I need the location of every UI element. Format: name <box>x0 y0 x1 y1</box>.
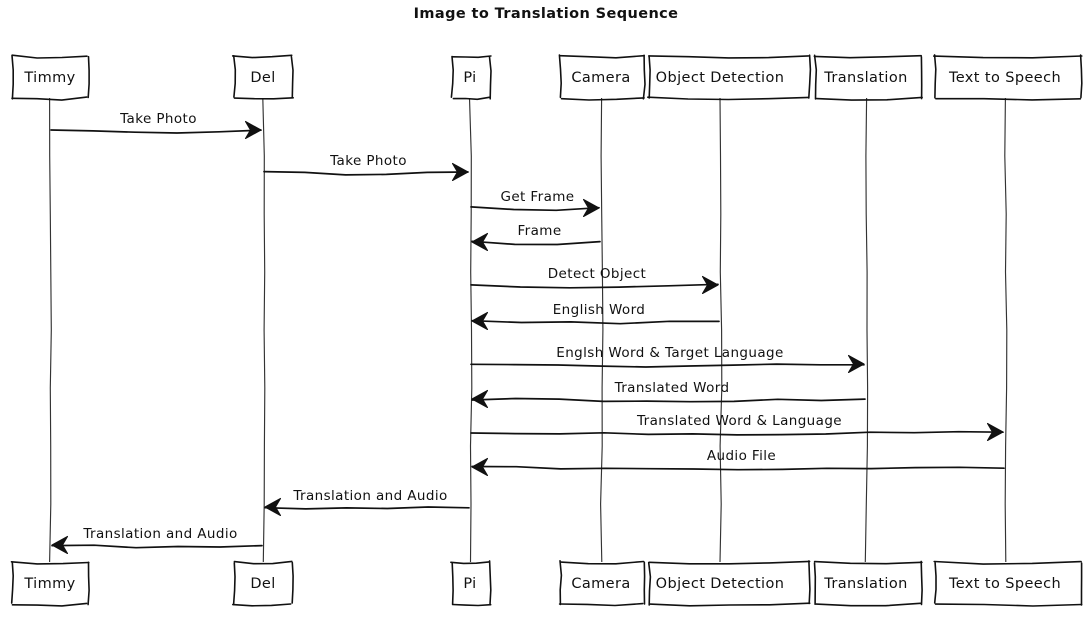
actor-box-bottom-objdet: Object Detection <box>647 560 811 607</box>
message-label-7: Englsh Word & Target Language <box>556 345 783 361</box>
actor-label-bottom-objdet: Object Detection <box>656 576 785 592</box>
actor-box-bottom-del: Del <box>232 560 294 607</box>
message-label-1: Take Photo <box>119 111 197 127</box>
message-label-6: English Word <box>553 302 646 318</box>
actor-box-top-camera: Camera <box>558 54 646 101</box>
actor-boxes-top: Timmy Del Pi Camera Object Detection Translat… <box>11 54 1083 101</box>
diagram-title: Image to Translation Sequence <box>414 6 679 22</box>
message-label-9: Translated Word & Language <box>636 413 842 429</box>
message-1: Take Photo <box>50 111 262 140</box>
lifeline-camera <box>600 97 604 563</box>
lifeline-objdet <box>719 97 723 563</box>
actor-box-bottom-pi: Pi <box>450 560 492 607</box>
message-label-12: Translation and Audio <box>82 526 237 542</box>
lifelines-group <box>49 97 1008 563</box>
message-9: Translated Word & Language <box>470 413 1004 442</box>
message-11: Translation and Audio <box>264 488 470 517</box>
actor-box-top-timmy: Timmy <box>11 54 90 101</box>
actor-box-top-pi: Pi <box>450 55 492 101</box>
diagram-canvas: Image to Translation Sequence Take Photo… <box>10 6 1083 607</box>
actor-label-top-translate: Translation <box>823 70 907 86</box>
actor-box-bottom-camera: Camera <box>558 560 646 607</box>
message-10: Audio File <box>471 448 1005 477</box>
message-label-3: Get Frame <box>500 189 574 205</box>
message-8: Translated Word <box>471 380 866 409</box>
actor-label-bottom-tts: Text to Speech <box>948 576 1061 592</box>
lifeline-tts <box>1004 97 1008 563</box>
actor-boxes-bottom: Timmy Del Pi Camera Object Detection Translat… <box>10 560 1083 607</box>
actor-box-top-del: Del <box>231 54 294 100</box>
message-label-10: Audio File <box>707 448 776 464</box>
message-label-4: Frame <box>517 223 561 239</box>
lifeline-timmy <box>49 97 52 563</box>
actor-box-bottom-tts: Text to Speech <box>933 560 1083 607</box>
message-12: Translation and Audio <box>51 526 263 555</box>
actor-label-bottom-timmy: Timmy <box>23 576 75 592</box>
message-2: Take Photo <box>263 153 469 182</box>
message-label-5: Detect Object <box>548 266 646 282</box>
message-4: Frame <box>471 223 601 252</box>
message-label-2: Take Photo <box>329 153 407 169</box>
arrowhead-11 <box>264 497 282 517</box>
lifeline-pi <box>468 97 473 563</box>
lifeline-del <box>262 97 266 563</box>
actor-label-bottom-translate: Translation <box>823 576 907 592</box>
actor-box-bottom-timmy: Timmy <box>10 561 90 607</box>
actor-label-top-objdet: Object Detection <box>656 70 785 86</box>
actor-label-top-pi: Pi <box>463 70 476 86</box>
message-7: Englsh Word & Target Language <box>470 345 865 374</box>
diagram-title-group: Image to Translation Sequence <box>414 6 679 22</box>
message-3: Get Frame <box>470 189 600 218</box>
actor-label-top-camera: Camera <box>571 70 630 86</box>
lifeline-translate <box>864 97 869 563</box>
sequence-diagram: Image to Translation Sequence Take Photo… <box>0 0 1092 634</box>
message-5: Detect Object <box>470 266 719 295</box>
actor-label-top-del: Del <box>250 70 275 86</box>
message-label-11: Translation and Audio <box>292 488 447 504</box>
actor-box-top-translate: Translation <box>813 54 923 101</box>
actor-box-top-objdet: Object Detection <box>647 54 812 101</box>
actor-label-bottom-del: Del <box>250 576 275 592</box>
actor-label-bottom-camera: Camera <box>571 576 630 592</box>
actor-label-top-timmy: Timmy <box>23 70 75 86</box>
actor-box-bottom-translate: Translation <box>813 560 923 607</box>
message-label-8: Translated Word <box>614 380 730 396</box>
actor-label-bottom-pi: Pi <box>463 576 476 592</box>
messages-group: Take Photo Take Photo Get Frame Frame Detect… <box>50 111 1005 555</box>
actor-box-top-tts: Text to Speech <box>933 54 1083 101</box>
message-6: English Word <box>471 302 720 331</box>
actor-label-top-tts: Text to Speech <box>948 70 1061 86</box>
